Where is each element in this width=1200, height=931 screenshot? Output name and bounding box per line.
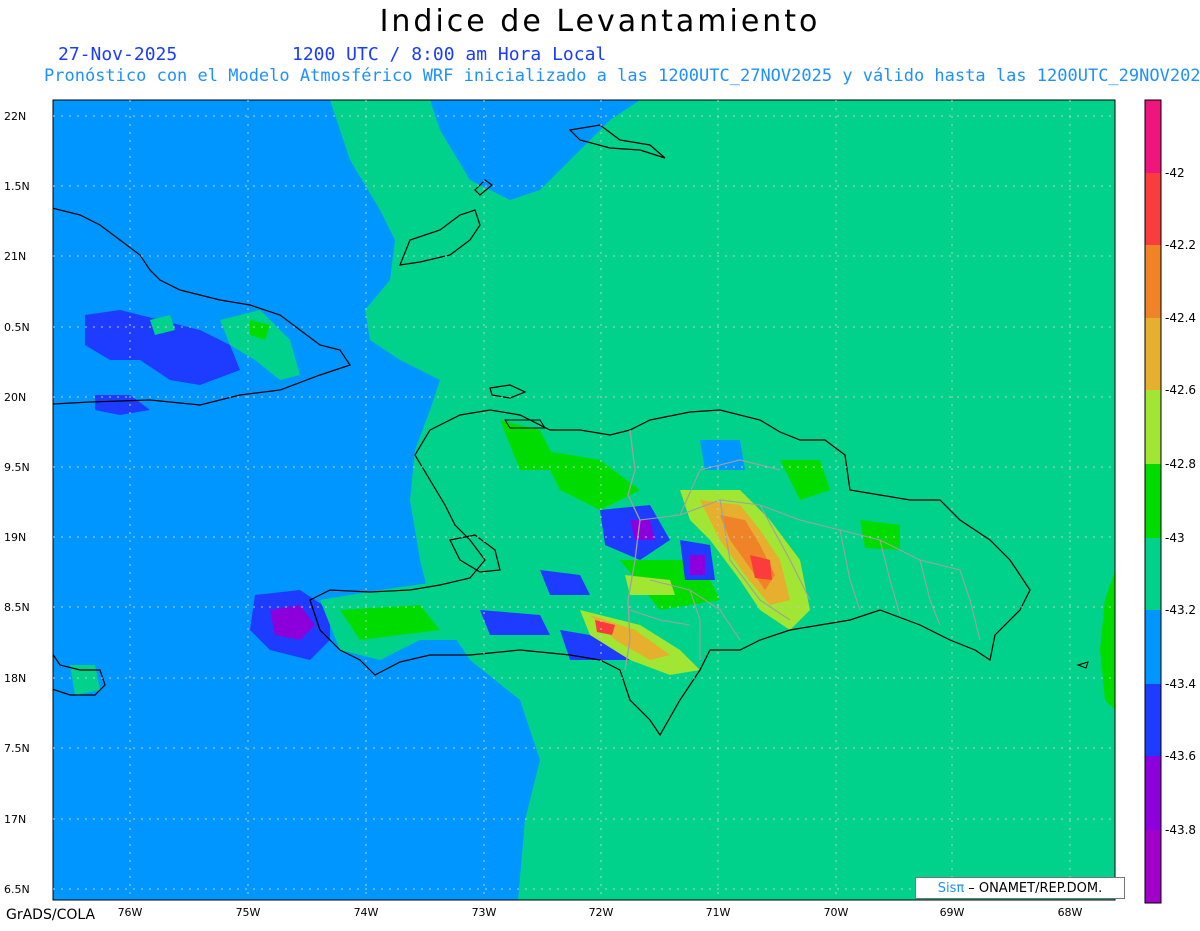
colorbar-label: -42.4	[1165, 311, 1196, 325]
lat-label: 0.5N	[4, 321, 30, 334]
lat-label: 19N	[4, 531, 26, 544]
lat-label: 1.5N	[4, 180, 30, 193]
lon-label: 71W	[706, 906, 731, 919]
lon-label: 76W	[118, 906, 143, 919]
lat-label: 17N	[4, 813, 26, 826]
colorbar-label: -42	[1165, 166, 1185, 180]
colorbar-swatch	[1145, 100, 1161, 173]
field-dkgreen-6	[860, 520, 900, 550]
lon-label: 69W	[940, 906, 965, 919]
credit-box: Sisπ – ONAMET/REP.DOM.	[915, 877, 1125, 899]
colorbar-label: -42.8	[1165, 457, 1196, 471]
colorbar-label: -43.4	[1165, 677, 1196, 691]
colorbar-label: -42.6	[1165, 383, 1196, 397]
field-purple-2	[690, 555, 705, 575]
colorbar-label: -43.2	[1165, 603, 1196, 617]
lat-label: 22N	[4, 110, 26, 123]
lon-label: 74W	[354, 906, 379, 919]
colorbar-swatch	[1145, 464, 1161, 538]
colorbar-label: -43	[1165, 531, 1185, 545]
lat-label: 6.5N	[4, 883, 30, 896]
lon-label: 72W	[589, 906, 614, 919]
colorbar-swatch	[1145, 173, 1161, 245]
lat-label: 20N	[4, 391, 26, 404]
colorbar-swatch	[1145, 610, 1161, 684]
lat-label: 21N	[4, 250, 26, 263]
colorbar-label: -43.8	[1165, 823, 1196, 837]
lon-label: 70W	[824, 906, 849, 919]
colorbar-label: -43.6	[1165, 749, 1196, 763]
lon-label: 75W	[236, 906, 261, 919]
lat-label: 9.5N	[4, 461, 30, 474]
map-area: 22N 1.5N 21N 0.5N 20N 9.5N 19N 8.5N 18N …	[0, 0, 1200, 927]
colorbar-swatch	[1145, 756, 1161, 830]
colorbar-swatch	[1145, 245, 1161, 318]
field-cyan-1	[700, 440, 745, 470]
lon-label: 73W	[472, 906, 497, 919]
credit-org: – ONAMET/REP.DOM.	[968, 880, 1103, 896]
colorbar: -42 -42.2 -42.4 -42.6 -42.8 -43 -43.2 -4…	[1144, 99, 1196, 904]
latitude-labels: 22N 1.5N 21N 0.5N 20N 9.5N 19N 8.5N 18N …	[4, 110, 30, 896]
colorbar-label: -42.2	[1165, 238, 1196, 252]
grads-footer: GrADS/COLA	[6, 907, 96, 923]
longitude-labels: 76W 75W 74W 73W 72W 71W 70W 69W 68W	[118, 906, 1083, 919]
lat-label: 7.5N	[4, 742, 30, 755]
lat-label: 8.5N	[4, 601, 30, 614]
colorbar-swatch	[1145, 390, 1161, 464]
map-svg: 22N 1.5N 21N 0.5N 20N 9.5N 19N 8.5N 18N …	[4, 99, 1196, 919]
lon-label: 68W	[1058, 906, 1083, 919]
colorbar-swatch	[1145, 318, 1161, 390]
colorbar-swatch	[1145, 830, 1161, 903]
colorbar-swatch	[1145, 538, 1161, 610]
sispi-logo: Sisπ	[937, 880, 965, 896]
colorbar-swatch	[1145, 684, 1161, 756]
lat-label: 18N	[4, 672, 26, 685]
